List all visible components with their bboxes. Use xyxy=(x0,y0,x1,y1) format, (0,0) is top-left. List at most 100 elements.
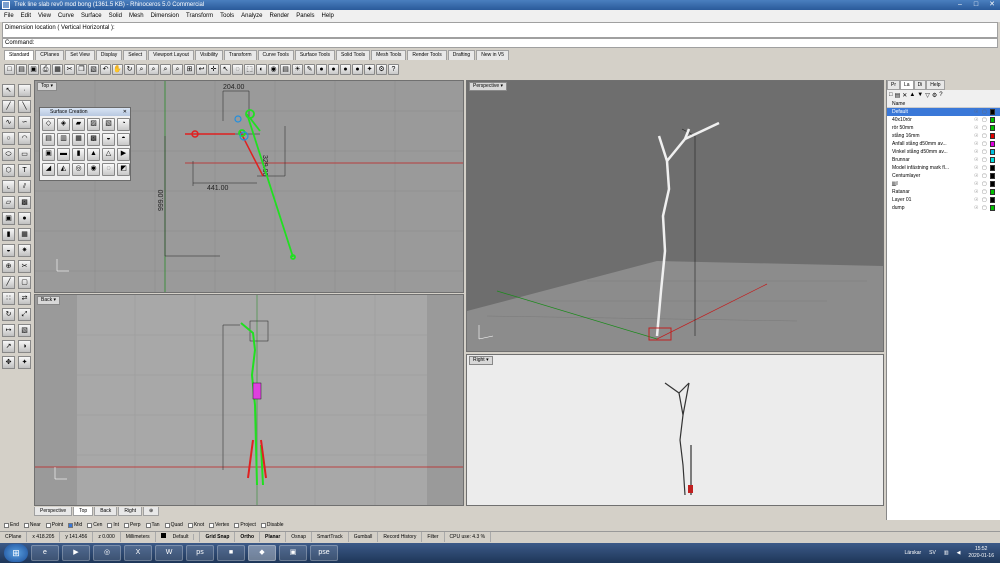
layer-row[interactable]: rör 50mm ☉ ▢ xyxy=(887,124,1000,132)
panel-tab-display[interactable]: Di xyxy=(913,80,927,90)
srf-chamfer-icon[interactable]: △ xyxy=(102,148,115,161)
status-record-history[interactable]: Record History xyxy=(378,532,423,542)
srf-pt-icon[interactable]: ◇ xyxy=(42,118,55,131)
zoom-selected-icon[interactable]: ⌕ xyxy=(172,63,183,75)
osnap-tan[interactable]: Tan xyxy=(145,522,160,528)
text-icon[interactable]: T xyxy=(18,164,31,177)
tab-new-in-v5[interactable]: New in V5 xyxy=(476,50,510,60)
layer-visible-icon[interactable]: ☉ xyxy=(974,205,979,211)
srf-more-icon[interactable]: ◩ xyxy=(117,163,130,176)
hatch-icon[interactable]: ▧ xyxy=(18,324,31,337)
panel-tab-layers[interactable]: La xyxy=(900,80,914,90)
explode-icon[interactable]: ✷ xyxy=(18,244,31,257)
render-preview-icon[interactable]: ● xyxy=(352,63,363,75)
pan-icon[interactable]: ✋ xyxy=(112,63,123,75)
status-planar[interactable]: Planar xyxy=(260,532,287,542)
srf-corner-icon[interactable]: ◢ xyxy=(42,163,55,176)
menu-panels[interactable]: Panels xyxy=(296,13,314,19)
select-icon[interactable]: ↖ xyxy=(220,63,231,75)
zoom-window-icon[interactable]: ⌕ xyxy=(148,63,159,75)
layer-lock-icon[interactable]: ▢ xyxy=(982,197,987,203)
polygon-icon[interactable]: ⬡ xyxy=(2,164,15,177)
layer-color-swatch[interactable] xyxy=(990,117,995,123)
status-smarttrack[interactable]: SmartTrack xyxy=(312,532,349,542)
osnap-checkbox[interactable] xyxy=(68,522,74,528)
osnap-mid[interactable]: Mid xyxy=(68,522,82,528)
polyline-icon[interactable]: ╱ xyxy=(2,100,15,113)
layer-color-swatch[interactable] xyxy=(990,181,995,187)
new-sublayer-icon[interactable]: ▤ xyxy=(895,92,901,99)
layer-visible-icon[interactable]: ☉ xyxy=(974,149,979,155)
move-down-icon[interactable]: ▼ xyxy=(917,92,923,98)
analyze-dir-icon[interactable]: ↗ xyxy=(2,340,15,353)
taskbar-app-rhino[interactable]: ◆ xyxy=(248,545,276,561)
move-up-icon[interactable]: ▲ xyxy=(909,92,915,98)
rectangle-icon[interactable]: ▭ xyxy=(18,148,31,161)
layer-row[interactable]: Model infästning mark fl... ☉ ▢ xyxy=(887,164,1000,172)
srf-patch-icon[interactable]: ▩ xyxy=(87,133,100,146)
panel-tab-properties[interactable]: Pr xyxy=(887,80,900,90)
surface-creation-titlebar[interactable]: Surface Creation ✕ xyxy=(40,108,130,116)
layer-visible-icon[interactable]: ☉ xyxy=(974,197,979,203)
tab-solid-tools[interactable]: Solid Tools xyxy=(336,50,371,60)
osnap-near[interactable]: Near xyxy=(23,522,41,528)
viewport-right[interactable]: Right ▾ xyxy=(466,354,884,506)
taskbar-app-9[interactable]: ▣ xyxy=(279,545,307,561)
maximize-button[interactable]: □ xyxy=(970,0,982,9)
point-icon[interactable]: · xyxy=(18,84,31,97)
osnap-checkbox[interactable] xyxy=(234,522,240,528)
osnap-checkbox[interactable] xyxy=(260,522,266,528)
layer-color-swatch[interactable] xyxy=(990,173,995,179)
menu-tools[interactable]: Tools xyxy=(220,13,234,19)
paste-icon[interactable]: ▧ xyxy=(88,63,99,75)
panel-tab-help[interactable]: Help xyxy=(926,80,945,90)
status-units[interactable]: Millimeters xyxy=(121,532,156,542)
layer-row[interactable]: Anfall stång d50mm av... ☉ ▢ xyxy=(887,140,1000,148)
status-ortho[interactable]: Ortho xyxy=(235,532,260,542)
layer-visible-icon[interactable]: ☉ xyxy=(974,117,979,123)
layer-row[interactable]: 40x10rör ☉ ▢ xyxy=(887,116,1000,124)
new-file-icon[interactable]: □ xyxy=(4,63,15,75)
taskbar-app-5[interactable]: W xyxy=(155,545,183,561)
status-osnap[interactable]: Osnap xyxy=(286,532,313,542)
srf-rail-icon[interactable]: ▣ xyxy=(42,148,55,161)
srf-plane-icon[interactable]: ▰ xyxy=(72,118,85,131)
osnap-project[interactable]: Project xyxy=(234,522,256,528)
layer-lock-icon[interactable]: ▢ xyxy=(982,205,987,211)
menu-dimension[interactable]: Dimension xyxy=(151,13,179,19)
osnap-checkbox[interactable] xyxy=(164,522,170,528)
menu-surface[interactable]: Surface xyxy=(81,13,102,19)
layer-lock-icon[interactable]: ▢ xyxy=(982,165,987,171)
help-layer-icon[interactable]: ? xyxy=(939,92,942,98)
vp-tab-add[interactable]: ⊕ xyxy=(143,507,160,516)
sphere-icon[interactable]: ● xyxy=(18,212,31,225)
tab-cplanes[interactable]: CPlanes xyxy=(35,50,65,60)
render-sphere-icon[interactable]: ● xyxy=(328,63,339,75)
clock[interactable]: 15:52 2020-01-16 xyxy=(968,546,994,560)
layer-color-swatch[interactable] xyxy=(990,133,995,139)
color-icon[interactable]: ● xyxy=(316,63,327,75)
osnap-checkbox[interactable] xyxy=(107,522,113,528)
srf-cone-icon[interactable]: ◭ xyxy=(57,163,70,176)
layer-color-swatch[interactable] xyxy=(990,149,995,155)
layer-visible-icon[interactable]: ☉ xyxy=(974,109,979,115)
surface-creation-close-icon[interactable]: ✕ xyxy=(123,108,127,116)
hide-icon[interactable]: ◐ xyxy=(256,63,267,75)
lock-icon[interactable]: ◉ xyxy=(268,63,279,75)
layer-lock-icon[interactable]: ▢ xyxy=(982,181,987,187)
osnap-checkbox[interactable] xyxy=(145,522,151,528)
menu-transform[interactable]: Transform xyxy=(186,13,213,19)
layer-lock-icon[interactable]: ▢ xyxy=(982,149,987,155)
tab-mesh-tools[interactable]: Mesh Tools xyxy=(371,50,407,60)
trim-icon[interactable]: ✂ xyxy=(18,260,31,273)
osnap-point[interactable]: Point xyxy=(45,522,63,528)
status-gumball[interactable]: Gumball xyxy=(349,532,379,542)
srf-edge-icon[interactable]: ◈ xyxy=(57,118,70,131)
tab-transform[interactable]: Transform xyxy=(223,50,257,60)
srf-blend-icon[interactable]: ▬ xyxy=(57,148,70,161)
osnap-perp[interactable]: Perp xyxy=(123,522,141,528)
srf-network-icon[interactable]: ▦ xyxy=(72,133,85,146)
open-file-icon[interactable]: ▤ xyxy=(16,63,27,75)
layer-color-swatch[interactable] xyxy=(990,157,995,163)
layer-lock-icon[interactable]: ▢ xyxy=(982,133,987,139)
